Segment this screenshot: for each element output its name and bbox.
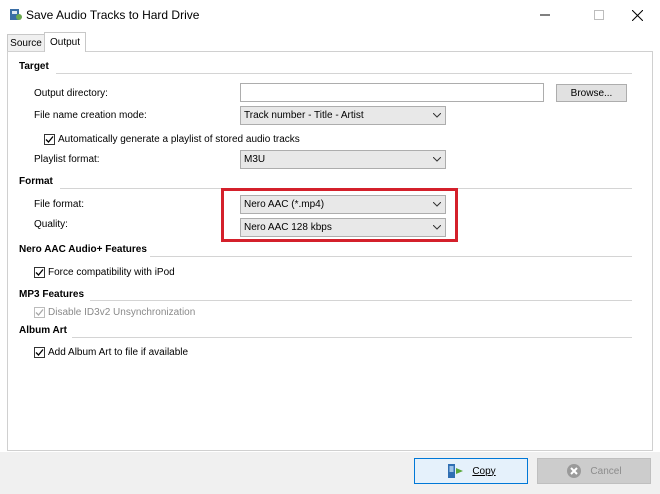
close-button[interactable] (614, 0, 660, 30)
copy-label: Copy (472, 465, 496, 477)
output-directory-input[interactable] (240, 83, 544, 102)
target-divider (56, 73, 632, 74)
checkmark-icon (45, 136, 54, 143)
checkmark-icon (35, 269, 44, 276)
file-name-mode-label: File name creation mode: (34, 110, 147, 121)
copy-button[interactable]: Copy (414, 458, 528, 484)
disable-id3-checkbox[interactable] (34, 307, 45, 318)
cancel-button[interactable]: Cancel (537, 458, 651, 484)
album-art-divider (72, 337, 632, 338)
target-header: Target (19, 61, 49, 72)
file-name-mode-select[interactable]: Track number - Title - Artist (240, 106, 446, 125)
add-album-art-label: Add Album Art to file if available (48, 347, 189, 358)
tab-output[interactable]: Output (44, 32, 86, 52)
highlight-box (221, 188, 458, 242)
disable-id3-label: Disable ID3v2 Unsynchronization (48, 307, 196, 318)
playlist-format-value: M3U (244, 154, 266, 165)
save-audio-icon (9, 7, 23, 21)
title-bar: Save Audio Tracks to Hard Drive (0, 0, 660, 30)
mp3-features-divider (90, 300, 632, 301)
copy-icon (446, 462, 464, 480)
window-title: Save Audio Tracks to Hard Drive (26, 8, 200, 22)
auto-playlist-checkbox[interactable] (44, 134, 55, 145)
checkmark-icon (35, 309, 44, 316)
chevron-down-icon (429, 113, 445, 118)
output-directory-label: Output directory: (34, 88, 108, 99)
mp3-features-header: MP3 Features (19, 289, 85, 300)
tab-source[interactable]: Source (7, 34, 45, 52)
playlist-format-select[interactable]: M3U (240, 150, 446, 169)
format-header: Format (19, 176, 53, 187)
album-art-header: Album Art (19, 325, 67, 336)
add-album-art-checkbox[interactable] (34, 347, 45, 358)
cancel-icon (566, 463, 582, 479)
nero-features-divider (150, 256, 632, 257)
file-format-label: File format: (34, 199, 85, 210)
playlist-format-label: Playlist format: (34, 154, 100, 165)
browse-button[interactable]: Browse... (556, 84, 627, 102)
nero-features-header: Nero AAC Audio+ Features (19, 244, 147, 255)
quality-label: Quality: (34, 219, 68, 230)
force-ipod-checkbox[interactable] (34, 267, 45, 278)
file-name-mode-value: Track number - Title - Artist (244, 110, 364, 121)
checkmark-icon (35, 349, 44, 356)
chevron-down-icon (429, 157, 445, 162)
cancel-label: Cancel (590, 465, 622, 477)
auto-playlist-label: Automatically generate a playlist of sto… (58, 134, 300, 145)
force-ipod-label: Force compatibility with iPod (48, 267, 175, 278)
minimize-button[interactable] (522, 0, 568, 30)
